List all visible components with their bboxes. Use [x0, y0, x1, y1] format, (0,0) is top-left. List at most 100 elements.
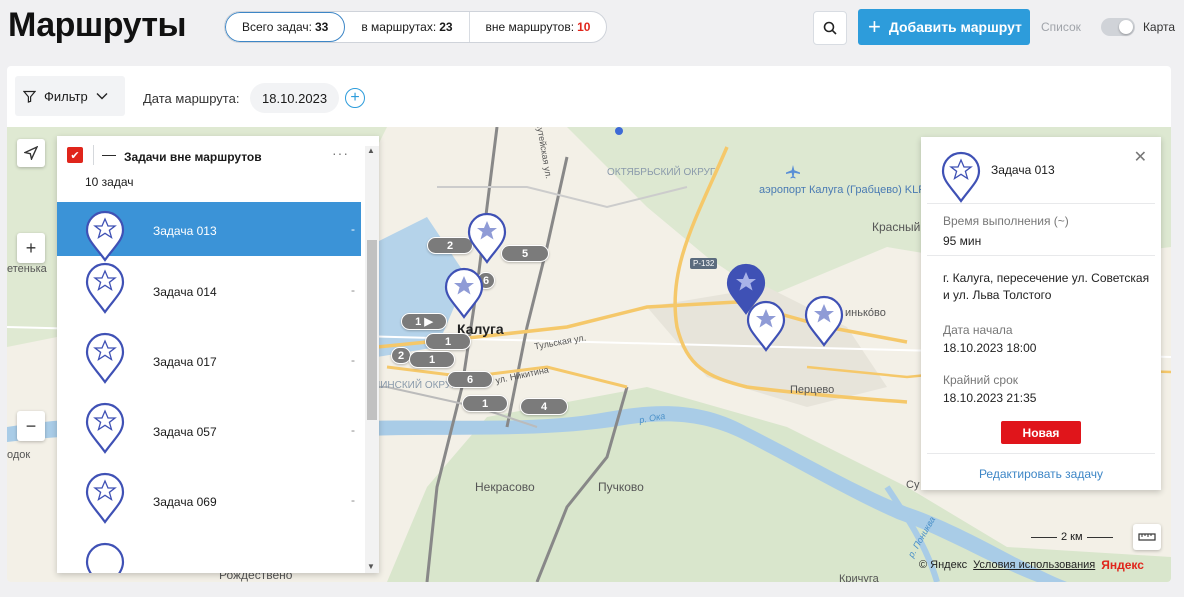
counter-total-label: Всего задач:	[242, 20, 312, 34]
map-label-oktyabrsky: ОКТЯБРЬСКИЙ ОКРУГ	[607, 167, 716, 178]
map-label-etenka: етенька	[7, 263, 47, 275]
task-marker[interactable]	[746, 300, 786, 352]
view-map-label[interactable]: Карта	[1143, 20, 1175, 34]
task-pin-icon	[85, 332, 125, 384]
ruler-button[interactable]	[1133, 524, 1161, 550]
duration-value: 95 мин	[943, 234, 982, 248]
counter-out-routes-value: 10	[577, 20, 591, 34]
counter-in-routes-value: 23	[439, 20, 453, 34]
routes-card: Фильтр Дата маршрута: 18.10.2023 + ОКТЯБ…	[7, 66, 1171, 582]
road-badge-r132: Р-132	[690, 258, 718, 269]
task-name: Задача 017	[153, 355, 217, 369]
terms-link[interactable]: Условия использования	[973, 559, 1095, 571]
map-label-krichuga: Кричуга	[839, 573, 879, 582]
task-list: Задача 013 - Задача 014 - Задача 017 - З…	[57, 202, 361, 573]
status-badge: Новая	[1001, 421, 1081, 444]
map-label-odok: одок	[7, 449, 31, 461]
counter-total-value: 33	[314, 20, 329, 34]
date-label: Дата маршрута:	[143, 91, 240, 106]
minus-icon: −	[25, 415, 37, 436]
map-label-airport: аэропорт Калуга (Грабцево) KLF	[759, 184, 925, 198]
counter-in-routes-label: в маршрутах:	[361, 20, 437, 34]
start-label: Дата начала	[943, 323, 1013, 337]
more-options-icon[interactable]: ···	[332, 145, 349, 161]
plus-icon: +	[350, 89, 360, 106]
task-item-partial[interactable]	[57, 536, 361, 573]
task-item[interactable]: Задача 057 -	[57, 396, 361, 466]
filter-button[interactable]: Фильтр	[15, 76, 125, 116]
search-button[interactable]	[813, 11, 847, 45]
address-value: г. Калуга, пересечение ул. Советская и у…	[943, 271, 1150, 303]
task-route-value: -	[351, 222, 355, 236]
zoom-out-button[interactable]: −	[17, 411, 45, 441]
yandex-logo: Яндекс	[1101, 558, 1144, 572]
task-item[interactable]: Задача 013 -	[57, 202, 361, 262]
task-item[interactable]: Задача 017 -	[57, 326, 361, 396]
divider	[927, 453, 1155, 454]
task-count: 10 задач	[85, 175, 134, 189]
panel-scrollbar[interactable]: ▲ ▼	[365, 146, 379, 573]
zoom-in-button[interactable]: +	[17, 233, 45, 263]
map[interactable]: ОКТЯБРЬСКИЙ ОКРУГ НИНСКИЙ ОКРУГ Калуга а…	[7, 127, 1171, 582]
view-switch[interactable]	[1100, 18, 1135, 36]
filter-icon	[23, 90, 36, 103]
ruler-icon	[1138, 533, 1156, 541]
location-arrow-icon	[24, 146, 38, 160]
scroll-down-icon[interactable]: ▼	[367, 562, 375, 571]
counter-out-routes[interactable]: вне маршрутов: 10	[470, 12, 607, 42]
add-date-button[interactable]: +	[345, 88, 365, 108]
task-route-value: -	[351, 283, 355, 297]
route-cluster[interactable]: 1	[462, 395, 508, 412]
route-cluster[interactable]: 6	[447, 371, 493, 388]
task-route-value: -	[351, 353, 355, 367]
panel-title: Задачи вне маршрутов	[124, 150, 262, 164]
airport-icon	[786, 165, 800, 179]
map-label-leninsky: НИНСКИЙ ОКРУГ	[373, 380, 457, 391]
detail-title: Задача 013	[991, 163, 1055, 177]
task-pin-icon	[85, 402, 125, 454]
task-marker[interactable]	[804, 295, 844, 347]
scroll-thumb[interactable]	[367, 240, 377, 420]
task-pin-icon	[85, 542, 125, 573]
filter-label: Фильтр	[44, 88, 88, 104]
task-pin-icon	[85, 210, 125, 262]
view-toggle: Список Карта	[1041, 18, 1175, 36]
counter-in-routes[interactable]: в маршрутах: 23	[345, 12, 470, 42]
task-counters: Всего задач: 33 в маршрутах: 23 вне марш…	[224, 11, 608, 43]
route-cluster[interactable]: 1	[425, 333, 471, 350]
route-cluster[interactable]: 1	[409, 351, 455, 368]
view-list-label[interactable]: Список	[1041, 20, 1081, 34]
geolocation-button[interactable]	[17, 139, 45, 167]
edit-task-link[interactable]: Редактировать задачу	[921, 467, 1161, 481]
task-name: Задача 014	[153, 285, 217, 299]
deadline-value: 18.10.2023 21:35	[943, 391, 1037, 405]
select-all-checkbox[interactable]: ✔	[67, 147, 83, 163]
counter-total[interactable]: Всего задач: 33	[225, 12, 346, 42]
task-pin-icon	[85, 472, 125, 524]
task-item[interactable]: Задача 069 -	[57, 466, 361, 536]
route-cluster[interactable]: 4	[520, 398, 568, 415]
route-cluster[interactable]: 1 ▶	[401, 313, 447, 330]
route-cluster[interactable]: 5	[501, 245, 549, 262]
scroll-up-icon[interactable]: ▲	[367, 146, 375, 155]
view-switch-knob	[1118, 20, 1133, 34]
divider	[93, 145, 94, 165]
scale-bar-left	[1031, 536, 1057, 538]
divider	[927, 255, 1155, 256]
close-icon[interactable]: ✕	[1134, 147, 1147, 167]
task-pin-icon	[85, 262, 125, 314]
map-scale: 2 км	[1031, 531, 1113, 543]
route-cluster[interactable]: 2	[391, 347, 411, 364]
map-label-pertsevo: Перцево	[790, 384, 835, 396]
task-marker[interactable]	[444, 267, 484, 319]
task-marker[interactable]	[467, 212, 507, 264]
task-detail-popup: ✕ Задача 013 Время выполнения (~) 95 мин…	[921, 137, 1161, 490]
collapse-button[interactable]: —	[102, 146, 116, 162]
add-route-label: Добавить маршрут	[888, 19, 1022, 35]
map-label-nkovo: инько́во	[845, 307, 886, 319]
add-route-button[interactable]: + Добавить маршрут	[858, 9, 1030, 45]
task-item[interactable]: Задача 014 -	[57, 256, 361, 326]
duration-label: Время выполнения (~)	[943, 214, 1069, 228]
date-picker[interactable]: 18.10.2023	[250, 83, 340, 113]
task-route-value: -	[351, 423, 355, 437]
